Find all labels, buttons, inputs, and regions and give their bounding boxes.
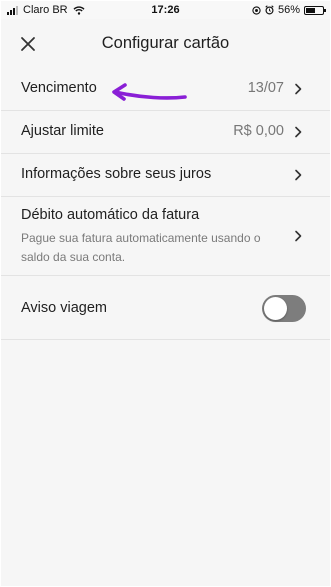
travel-notice-label: Aviso viagem <box>21 300 107 316</box>
chevron-right-icon <box>295 230 302 242</box>
chevron-right-icon <box>295 126 302 138</box>
limit-row[interactable]: Ajustar limite R$ 0,00 <box>1 111 330 154</box>
due-date-value: 13/07 <box>247 80 284 96</box>
autodebit-row[interactable]: Débito automático da fatura Pague sua fa… <box>1 197 330 276</box>
travel-notice-row: Aviso viagem <box>1 277 330 340</box>
header: Configurar cartão <box>1 19 330 69</box>
alarm-icon <box>265 5 274 15</box>
chevron-right-icon <box>295 169 302 181</box>
autodebit-description: Pague sua fatura automaticamente usando … <box>21 231 261 264</box>
battery-icon <box>304 5 326 15</box>
limit-value: R$ 0,00 <box>233 123 284 139</box>
status-bar: Claro BR 17:26 56% <box>1 1 330 19</box>
travel-notice-toggle[interactable] <box>262 295 306 322</box>
limit-label: Ajustar limite <box>21 123 104 139</box>
battery-percent: 56% <box>277 4 300 16</box>
chevron-right-icon <box>295 83 302 95</box>
annotation-arrow-icon <box>112 83 187 101</box>
interest-info-label: Informações sobre seus juros <box>21 166 212 182</box>
battery-fill <box>306 7 315 13</box>
page-title: Configurar cartão <box>101 34 230 52</box>
location-icon <box>252 5 261 15</box>
status-right: 56% <box>252 4 326 16</box>
toggle-knob <box>264 297 287 320</box>
due-date-label: Vencimento <box>21 80 97 96</box>
screen: Claro BR 17:26 56% Configurar cartão Ven… <box>1 1 330 586</box>
interest-info-row[interactable]: Informações sobre seus juros <box>1 154 330 197</box>
autodebit-label: Débito automático da fatura <box>21 207 200 223</box>
